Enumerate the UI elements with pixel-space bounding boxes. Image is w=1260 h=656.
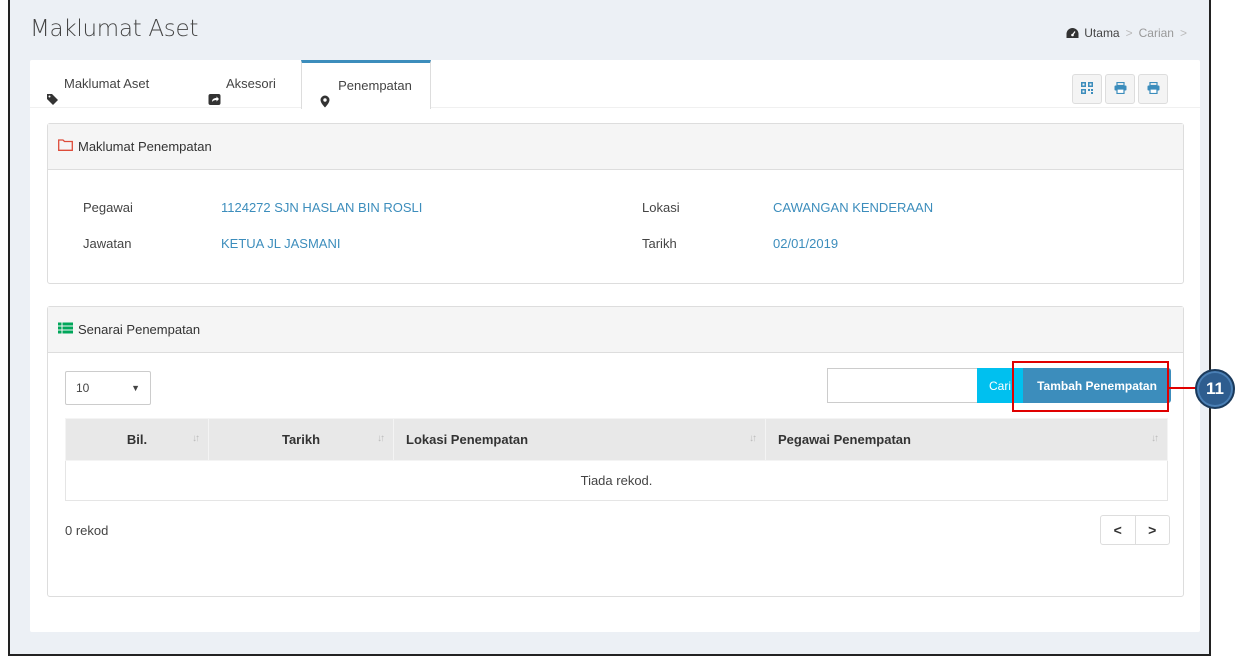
column-pegawai-penempatan[interactable]: Pegawai Penempatan ↓↑ <box>765 418 1168 461</box>
page-size-value: 10 <box>76 381 90 395</box>
table-row: Tiada rekod. <box>65 460 1168 501</box>
tag-icon <box>46 78 59 105</box>
breadcrumb-home[interactable]: Utama <box>1084 26 1119 40</box>
empty-message: Tiada rekod. <box>65 460 1168 501</box>
print-icon <box>1114 81 1127 97</box>
page-size-select[interactable]: 10 ▼ <box>65 371 151 405</box>
jawatan-value: KETUA JL JASMANI <box>221 236 341 251</box>
list-icon <box>58 322 73 337</box>
next-page-button[interactable]: > <box>1134 516 1170 544</box>
highlight-box <box>1012 361 1169 412</box>
breadcrumb-separator: > <box>1125 26 1133 40</box>
column-label: Bil. <box>126 432 148 447</box>
qrcode-icon <box>1081 81 1093 97</box>
tab-bar: Maklumat Aset Aksesori Penempatan <box>30 60 1200 109</box>
column-label: Tarikh <box>281 432 321 447</box>
record-count: 0 rekod <box>65 523 109 538</box>
tab-maklumat-aset[interactable]: Maklumat Aset <box>32 60 163 108</box>
breadcrumb-current[interactable]: Carian <box>1139 26 1174 40</box>
content-box: Maklumat Aset Aksesori Penempatan Maklum… <box>30 60 1200 632</box>
placement-table: Bil. ↓↑ Tarikh ↓↑ Lokasi Penempatan ↓↑ Pega… <box>65 418 1168 501</box>
step-callout: 11 <box>1195 369 1235 409</box>
placement-list-title: Senarai Penempatan <box>78 322 201 337</box>
column-bil[interactable]: Bil. ↓↑ <box>65 418 209 461</box>
share-square-icon <box>208 78 221 105</box>
print-button[interactable] <box>1138 74 1168 104</box>
placement-info-panel: Maklumat Penempatan Pegawai 1124272 SJN … <box>47 123 1184 284</box>
dashboard-icon <box>1066 27 1079 39</box>
tarikh-label: Tarikh <box>642 236 677 251</box>
lokasi-value: CAWANGAN KENDERAAN <box>773 200 934 215</box>
sort-icon: ↓↑ <box>1151 433 1159 444</box>
search-input[interactable] <box>827 368 977 403</box>
jawatan-label: Jawatan <box>83 236 132 251</box>
placement-list-header: Senarai Penempatan <box>48 307 1183 353</box>
print-icon <box>1147 81 1160 97</box>
breadcrumb: Utama > Carian > <box>1066 26 1187 40</box>
prev-page-button[interactable]: < <box>1101 516 1135 544</box>
table-header-row: Bil. ↓↑ Tarikh ↓↑ Lokasi Penempatan ↓↑ Pega… <box>65 418 1168 461</box>
tab-label: Aksesori <box>226 76 276 91</box>
placement-list-panel: Senarai Penempatan 10 ▼ Cari Tambah Pene… <box>47 306 1184 597</box>
column-label: Pegawai Penempatan <box>778 432 911 447</box>
column-label: Lokasi Penempatan <box>406 432 529 447</box>
sort-icon: ↓↑ <box>377 433 385 444</box>
caret-down-icon: ▼ <box>131 383 140 393</box>
column-tarikh[interactable]: Tarikh ↓↑ <box>208 418 394 461</box>
breadcrumb-separator: > <box>1179 26 1187 40</box>
tab-label: Penempatan <box>338 78 412 93</box>
placement-info-header: Maklumat Penempatan <box>48 124 1183 170</box>
folder-icon <box>58 139 73 154</box>
pagination: < > <box>1100 515 1170 545</box>
map-marker-icon <box>320 80 333 107</box>
column-lokasi-penempatan[interactable]: Lokasi Penempatan ↓↑ <box>393 418 766 461</box>
page-title: Maklumat Aset <box>30 16 199 42</box>
tab-aksesori[interactable]: Aksesori <box>194 60 290 108</box>
qrcode-button[interactable] <box>1072 74 1102 104</box>
tarikh-value: 02/01/2019 <box>773 236 839 251</box>
tab-penempatan[interactable]: Penempatan <box>301 60 431 109</box>
print-button[interactable] <box>1105 74 1135 104</box>
sort-icon: ↓↑ <box>749 433 757 444</box>
sort-icon: ↓↑ <box>192 433 200 444</box>
app-frame: Maklumat Aset Utama > Carian > Maklumat … <box>8 0 1211 656</box>
pegawai-value: 1124272 SJN HASLAN BIN ROSLI <box>221 200 423 215</box>
pegawai-label: Pegawai <box>83 200 133 215</box>
tab-label: Maklumat Aset <box>64 76 150 91</box>
lokasi-label: Lokasi <box>642 200 680 215</box>
callout-connector <box>1169 387 1197 389</box>
placement-info-title: Maklumat Penempatan <box>78 139 212 154</box>
